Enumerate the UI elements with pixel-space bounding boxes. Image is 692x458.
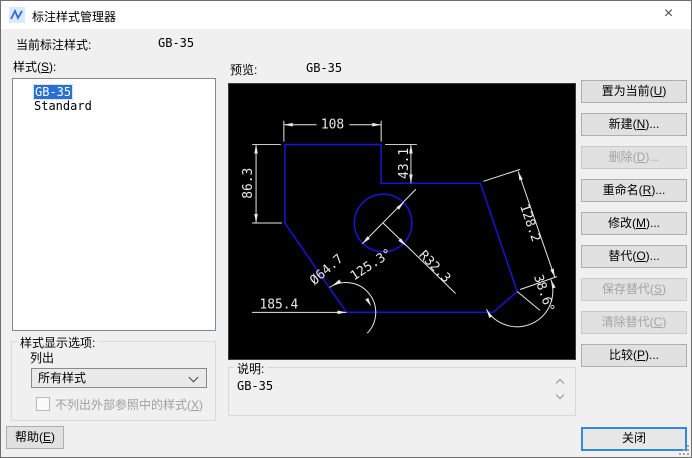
- delete-button: 删除(D)...: [581, 146, 687, 169]
- preview-style-name: GB-35: [306, 61, 342, 75]
- scroll-down-icon[interactable]: [556, 391, 564, 399]
- xref-checkbox-row: 不列出外部参照中的样式(X): [36, 397, 203, 411]
- compare-button[interactable]: 比较(P)...: [581, 344, 687, 367]
- dim-label-left-angle: 125.3°: [348, 246, 395, 284]
- description-label: 说明:: [234, 360, 267, 377]
- style-display-options-group: 样式显示选项: 列出 所有样式 不列出外部参照中的样式(X): [11, 341, 216, 421]
- dim-label-right: 128.2: [516, 202, 543, 244]
- titlebar[interactable]: 标注样式管理器 ×: [1, 1, 691, 29]
- dimension-preview-image: 108 86.3 43.1 128.2 38.6° R32.3 Ø64.7 12…: [228, 83, 576, 360]
- style-filter-value: 所有样式: [38, 371, 86, 385]
- close-button[interactable]: 关闭: [581, 427, 687, 451]
- dim-label-left: 86.3: [241, 168, 256, 199]
- styles-list-label: 样式(S):: [13, 58, 56, 75]
- chevron-down-icon: [189, 373, 199, 383]
- action-button-column: 置为当前(U) 新建(N)... 删除(D)... 重命名(R)... 修改(M…: [581, 80, 687, 377]
- help-button[interactable]: 帮助(E): [6, 426, 64, 449]
- preview-dimension-labels: 108 86.3 43.1 128.2 38.6° R32.3 Ø64.7 12…: [241, 118, 557, 315]
- current-style-label: 当前标注样式:: [16, 36, 91, 53]
- list-item[interactable]: Standard: [34, 99, 215, 113]
- modify-button[interactable]: 修改(M)...: [581, 212, 687, 235]
- dimension-style-manager-dialog: 标注样式管理器 × 当前标注样式: GB-35 样式(S): GB-35 Sta…: [0, 0, 692, 458]
- description-group: 说明: GB-35: [228, 367, 576, 416]
- list-item-label: GB-35: [34, 85, 72, 99]
- new-button[interactable]: 新建(N)...: [581, 113, 687, 136]
- list-item[interactable]: GB-35: [34, 85, 215, 99]
- dimension-style-icon: [9, 7, 25, 23]
- list-label: 列出: [30, 349, 54, 366]
- dim-label-bottom: 185.4: [259, 297, 298, 312]
- clear-override-button: 清除替代(C): [581, 311, 687, 334]
- override-button[interactable]: 替代(O)...: [581, 245, 687, 268]
- description-value: GB-35: [237, 379, 273, 393]
- rename-button[interactable]: 重命名(R)...: [581, 179, 687, 202]
- close-icon[interactable]: ×: [646, 1, 691, 29]
- styles-listbox[interactable]: GB-35 Standard: [12, 78, 216, 331]
- current-style-value: GB-35: [158, 36, 194, 50]
- dim-label-step: 43.1: [397, 148, 412, 179]
- dim-label-top: 108: [321, 118, 344, 133]
- scroll-up-icon[interactable]: [556, 379, 564, 387]
- resize-grip[interactable]: [679, 445, 690, 456]
- dim-label-radius: R32.3: [416, 248, 454, 286]
- preview-label: 预览:: [230, 61, 257, 78]
- save-override-button: 保存替代(S): [581, 278, 687, 301]
- style-filter-dropdown[interactable]: 所有样式: [31, 368, 207, 388]
- xref-checkbox: [36, 397, 50, 411]
- list-item-label: Standard: [34, 99, 92, 113]
- dialog-title: 标注样式管理器: [32, 8, 116, 25]
- xref-checkbox-label: 不列出外部参照中的样式(X): [55, 398, 203, 412]
- set-current-button[interactable]: 置为当前(U): [581, 80, 687, 103]
